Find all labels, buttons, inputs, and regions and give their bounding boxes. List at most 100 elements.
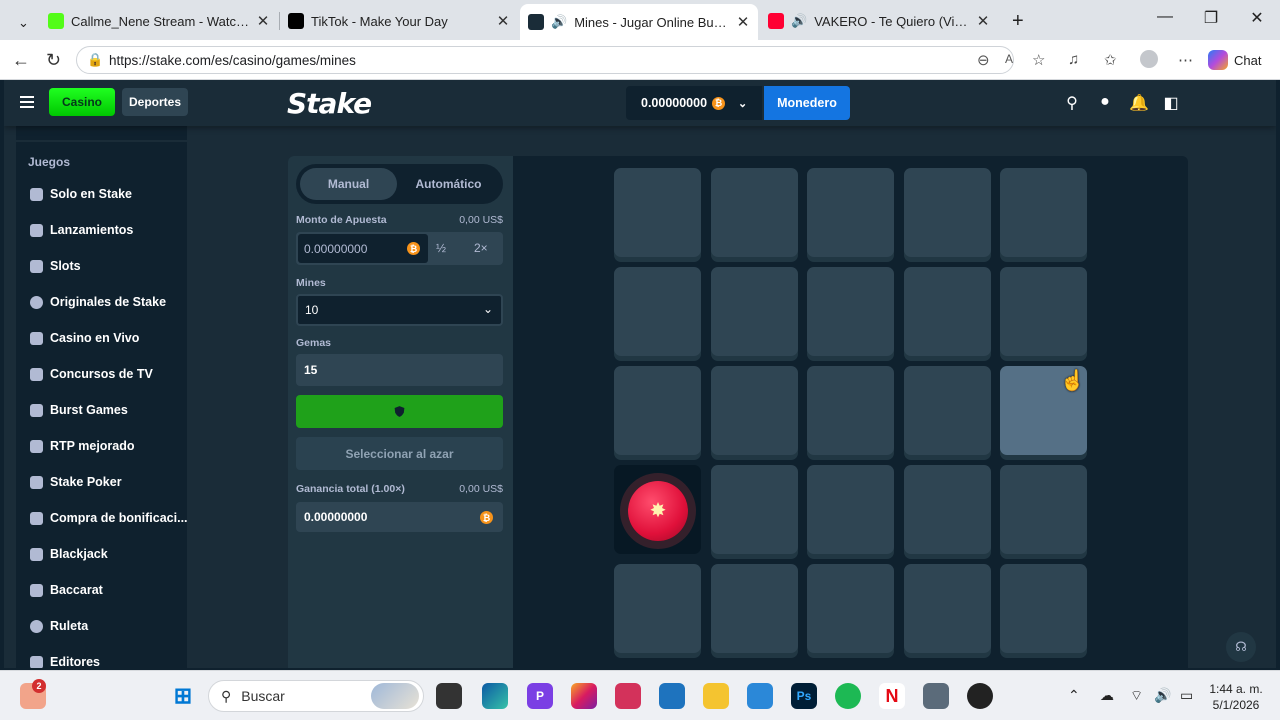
user-icon[interactable]: ● <box>1096 93 1114 111</box>
sidebar-item-burst-games[interactable]: Burst Games <box>30 400 128 420</box>
random-pick-button[interactable]: Seleccionar al azar <box>296 437 503 470</box>
photos-icon[interactable] <box>747 683 773 709</box>
zoom-icon[interactable]: ⊖ <box>977 51 990 69</box>
sidebar-item-blackjack[interactable]: Blackjack <box>30 544 108 564</box>
casino-button[interactable]: Casino <box>49 88 115 116</box>
sports-button[interactable]: Deportes <box>122 88 188 116</box>
new-tab-button[interactable]: + <box>1004 6 1032 36</box>
wallet-button[interactable]: Monedero <box>764 86 850 120</box>
mine-tile[interactable] <box>614 564 701 653</box>
sidebar-item-compra-bonificacion[interactable]: Compra de bonificaci... <box>30 508 187 528</box>
more-menu-icon[interactable]: ⋯ <box>1178 51 1193 69</box>
close-tab-icon[interactable]: ✕ <box>976 12 990 30</box>
sidebar-item-slots[interactable]: Slots <box>30 256 81 276</box>
play-button[interactable] <box>296 395 503 428</box>
mine-tile[interactable] <box>614 168 701 257</box>
chat-panel-icon[interactable]: ◧ <box>1162 93 1180 113</box>
edge-icon[interactable] <box>482 683 508 709</box>
tab-automatic[interactable]: Automático <box>400 168 497 200</box>
bet-amount-input[interactable]: 0.00000000 ₿ <box>298 234 428 263</box>
half-bet-button[interactable]: ½ <box>436 241 446 255</box>
wifi-icon[interactable]: ⌔ <box>1130 687 1143 705</box>
volume-icon[interactable]: 🔊 <box>1154 687 1171 704</box>
sidebar-item-solo-en-stake[interactable]: Solo en Stake <box>30 184 132 204</box>
restore-icon[interactable]: ❐ <box>1196 8 1226 28</box>
windows-start-icon[interactable]: ⊞ <box>170 683 196 709</box>
sidebar-item-rtp[interactable]: RTP mejorado <box>30 436 135 456</box>
spotify-icon[interactable] <box>835 683 861 709</box>
mine-tile[interactable] <box>711 564 798 653</box>
sidebar-item-lanzamientos[interactable]: Lanzamientos <box>30 220 133 240</box>
sidebar-item-stake-poker[interactable]: Stake Poker <box>30 472 122 492</box>
back-icon[interactable]: ← <box>12 50 30 71</box>
close-tab-icon[interactable]: ✕ <box>256 12 270 30</box>
mine-tile[interactable] <box>614 366 701 455</box>
tab-tiktok[interactable]: TikTok - Make Your Day ✕ <box>280 6 518 36</box>
notifications-bell-icon[interactable]: 🔔 <box>1129 93 1149 113</box>
minimize-icon[interactable]: — <box>1150 8 1180 26</box>
sidebar-item-ruleta[interactable]: Ruleta <box>30 616 88 636</box>
mine-tile[interactable] <box>1000 168 1087 257</box>
mine-tile[interactable] <box>711 465 798 554</box>
mine-tile[interactable] <box>807 267 894 356</box>
search-icon[interactable]: ⚲ <box>1063 93 1081 113</box>
weather-icon[interactable]: 2 <box>20 679 46 709</box>
obs-icon[interactable] <box>967 683 993 709</box>
task-view-icon[interactable] <box>436 683 462 709</box>
tab-mines[interactable]: 🔊 Mines - Jugar Online Buscami ✕ <box>520 4 758 40</box>
photoshop-icon[interactable]: Ps <box>791 683 817 709</box>
mine-tile[interactable] <box>904 267 991 356</box>
file-explorer-icon[interactable] <box>703 683 729 709</box>
calculator-icon[interactable] <box>923 683 949 709</box>
picsart-icon[interactable]: P <box>527 683 553 709</box>
mine-tile[interactable] <box>807 366 894 455</box>
mine-tile[interactable] <box>1000 564 1087 653</box>
sidebar-item-baccarat[interactable]: Baccarat <box>30 580 103 600</box>
tab-youtube[interactable]: 🔊 VAKERO - Te Quiero (Video O ✕ <box>760 6 998 36</box>
tray-chevron-icon[interactable]: ⌃ <box>1068 687 1080 704</box>
mine-tile[interactable] <box>807 168 894 257</box>
mine-tile[interactable] <box>711 267 798 356</box>
speaker-icon[interactable]: 🔊 <box>551 14 567 30</box>
read-aloud-icon[interactable]: A <box>1005 52 1013 66</box>
collections-icon[interactable]: ✩ <box>1104 51 1117 69</box>
clock[interactable]: 1:44 a. m. 5/1/2026 <box>1206 681 1266 713</box>
netflix-icon[interactable]: N <box>879 683 905 709</box>
close-window-icon[interactable]: ✕ <box>1242 8 1272 28</box>
url-input[interactable]: 🔒 https://stake.com/es/casino/games/mine… <box>76 46 1014 74</box>
mine-tile[interactable] <box>1000 465 1087 554</box>
sidebar-item-editores[interactable]: Editores <box>30 652 100 668</box>
tab-manual[interactable]: Manual <box>300 168 397 200</box>
sidebar-item-concursos-tv[interactable]: Concursos de TV <box>30 364 153 384</box>
mine-tile[interactable] <box>614 267 701 356</box>
profile-avatar[interactable] <box>1140 50 1158 68</box>
mine-tile[interactable] <box>904 564 991 653</box>
close-tab-icon[interactable]: ✕ <box>736 13 750 31</box>
battery-icon[interactable]: ▭ <box>1180 687 1193 704</box>
tab-kick[interactable]: Callme_Nene Stream - Watch Live ✕ <box>40 6 278 36</box>
mine-tile[interactable] <box>711 366 798 455</box>
cloud-sync-icon[interactable]: ☁ <box>1100 687 1114 704</box>
mine-tile[interactable] <box>904 465 991 554</box>
refresh-icon[interactable]: ↻ <box>46 50 61 71</box>
copilot-chat-button[interactable]: Chat <box>1208 48 1261 72</box>
double-bet-button[interactable]: 2× <box>474 241 488 255</box>
mine-tile[interactable] <box>904 366 991 455</box>
mines-select[interactable]: 10 ⌄ <box>296 294 503 326</box>
mine-tile[interactable] <box>904 168 991 257</box>
site-info-icon[interactable]: 🔒 <box>87 52 103 68</box>
mine-tile[interactable] <box>711 168 798 257</box>
close-tab-icon[interactable]: ✕ <box>496 12 510 30</box>
stake-logo[interactable]: Stake <box>287 87 372 120</box>
mine-tile[interactable] <box>807 564 894 653</box>
favorite-star-icon[interactable]: ☆ <box>1032 51 1045 69</box>
sidebar-item-casino-en-vivo[interactable]: Casino en Vivo <box>30 328 139 348</box>
mine-tile[interactable] <box>807 465 894 554</box>
mine-tile[interactable]: ✸ <box>614 465 701 554</box>
instagram-icon[interactable] <box>571 683 597 709</box>
browser-essentials-icon[interactable]: ♫ <box>1068 51 1079 68</box>
creative-cloud-icon[interactable] <box>615 683 641 709</box>
support-chat-icon[interactable]: ☊ <box>1226 632 1256 662</box>
menu-icon[interactable] <box>20 96 34 108</box>
speaker-icon[interactable]: 🔊 <box>791 13 807 29</box>
